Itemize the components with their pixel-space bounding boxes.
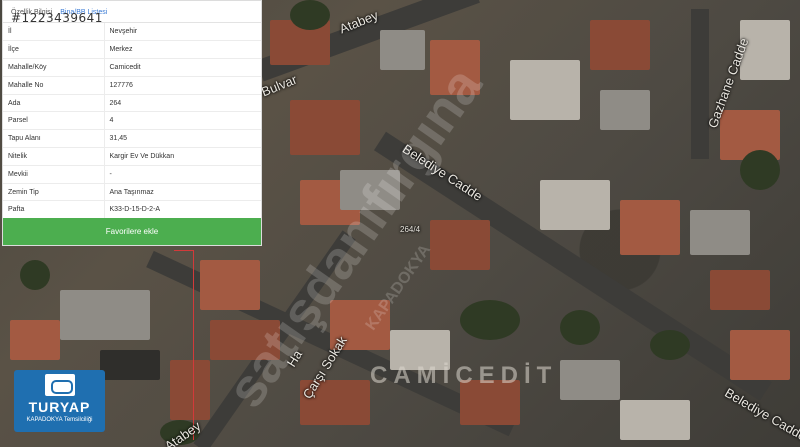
row-value: 127776 <box>104 76 261 95</box>
building <box>380 30 425 70</box>
row-label: Tapu Alanı <box>3 129 105 149</box>
tree <box>20 260 50 290</box>
logo-subtitle: KAPADOKYA Temsilciliği <box>26 417 93 423</box>
add-to-favorites-button[interactable]: Favorilere ekle <box>3 218 261 245</box>
row-value: Merkez <box>104 40 261 60</box>
building <box>600 90 650 130</box>
building <box>510 60 580 120</box>
row-label: İlçe <box>3 40 105 60</box>
building <box>10 320 60 360</box>
tree <box>560 310 600 345</box>
row-value: Nevşehir <box>104 23 261 42</box>
table-row: İlçe Merkez <box>3 40 261 60</box>
parcel-info-table: İl Nevşehir İlçe Merkez Mahalle/Köy Camicedit… <box>3 23 261 220</box>
road-gazhane <box>691 9 709 159</box>
table-row: İl Nevşehir <box>3 23 261 42</box>
row-label: İl <box>3 23 105 42</box>
building <box>200 260 260 310</box>
building <box>710 270 770 310</box>
tree <box>740 150 780 190</box>
row-value: 31,45 <box>104 129 261 149</box>
building <box>60 290 150 340</box>
district-label: CAMİCEDİT <box>370 362 558 389</box>
building <box>560 360 620 400</box>
table-row: Pafta K33-D-15-D-2-A <box>3 200 261 220</box>
table-row: Tapu Alanı 31,45 <box>3 129 261 149</box>
building <box>590 20 650 70</box>
table-row: Parsel 4 <box>3 111 261 131</box>
building <box>290 100 360 155</box>
tree <box>290 0 330 30</box>
table-row: Nitelik Kargir Ev Ve Dükkan <box>3 147 261 166</box>
row-value: 4 <box>104 111 261 131</box>
row-value: Ana Taşınmaz <box>104 183 261 202</box>
building <box>540 180 610 230</box>
table-row: Zemin Tip Ana Taşınmaz <box>3 183 261 202</box>
tree <box>650 330 690 360</box>
row-label: Mahalle/Köy <box>3 58 105 77</box>
building <box>100 350 160 380</box>
parcel-boundary <box>174 250 194 440</box>
row-value: Camicedit <box>104 58 261 77</box>
handshake-icon <box>44 374 75 396</box>
parcel-info-panel: Özellik Bilgisi Bina/BB Listesi #1223439… <box>2 0 262 246</box>
table-row: Ada 264 <box>3 94 261 113</box>
listing-number: #1223439641 <box>11 11 103 25</box>
row-label: Zemin Tip <box>3 183 105 202</box>
row-label: Mahalle No <box>3 76 105 95</box>
row-label: Mevkii <box>3 165 105 184</box>
row-label: Nitelik <box>3 147 105 166</box>
row-value: Kargir Ev Ve Dükkan <box>104 147 261 166</box>
building <box>430 220 490 270</box>
row-label: Ada <box>3 94 105 113</box>
building <box>690 210 750 255</box>
logo-name: TURYAP <box>28 399 91 415</box>
row-value: 264 <box>104 94 261 113</box>
parcel-marker[interactable]: 264/4 <box>400 225 420 234</box>
panel-tabs: Özellik Bilgisi Bina/BB Listesi #1223439… <box>3 1 261 25</box>
building <box>620 200 680 255</box>
table-row: Mahalle/Köy Camicedit <box>3 58 261 77</box>
row-value: - <box>104 165 261 184</box>
table-row: Mahalle No 127776 <box>3 76 261 95</box>
row-label: Pafta <box>3 200 105 220</box>
building <box>620 400 690 440</box>
tree <box>460 300 520 340</box>
building <box>730 330 790 380</box>
turyap-logo: TURYAP KAPADOKYA Temsilciliği <box>14 370 105 432</box>
row-value: K33-D-15-D-2-A <box>104 200 261 220</box>
table-row: Mevkii - <box>3 165 261 184</box>
row-label: Parsel <box>3 111 105 131</box>
